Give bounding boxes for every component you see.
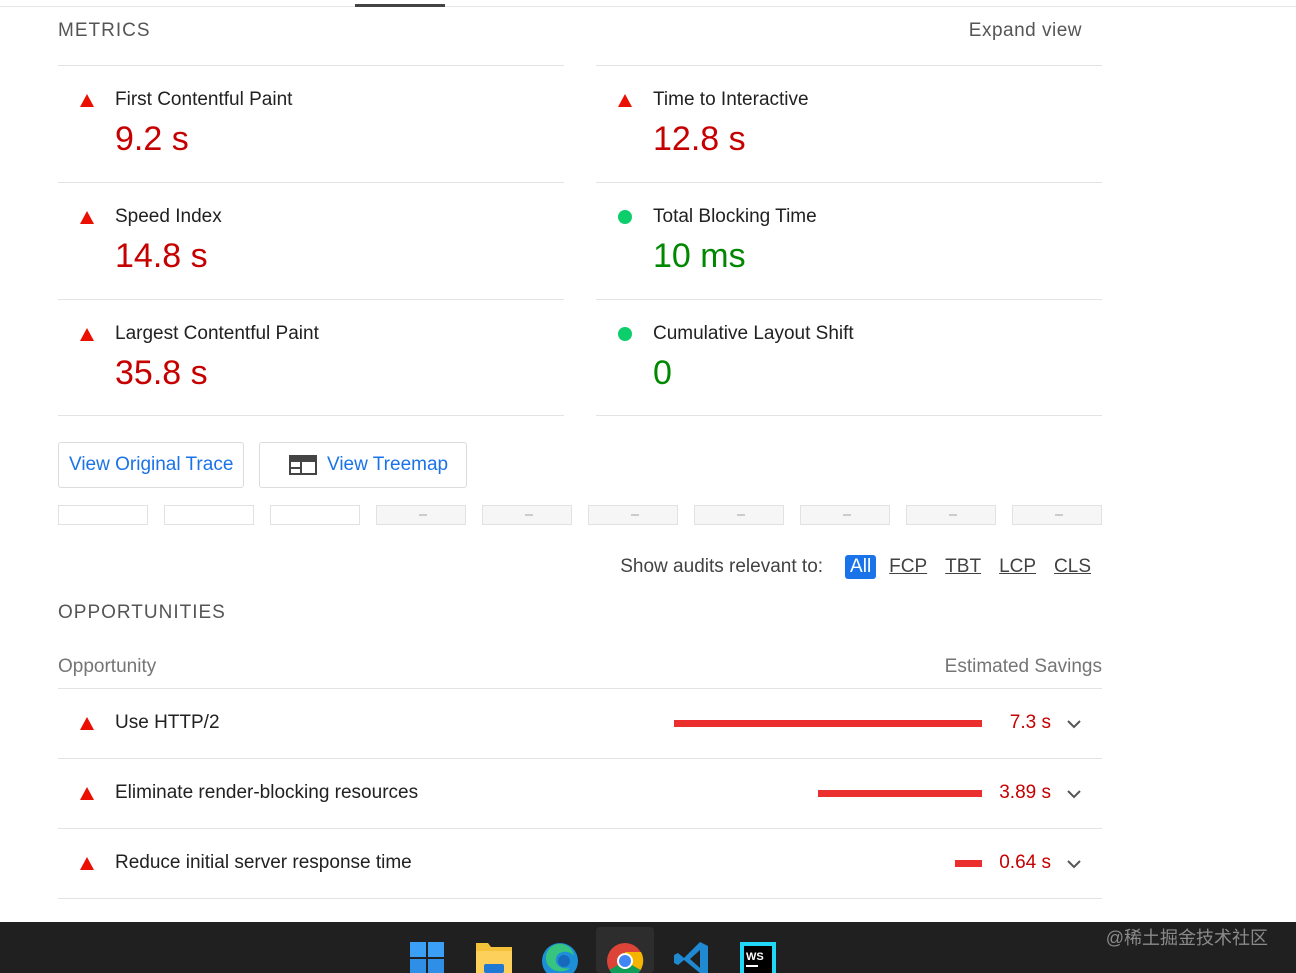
metrics-header: METRICS Expand view (58, 20, 1102, 46)
lighthouse-report: METRICS Expand view First Contentful Pai… (0, 0, 1296, 973)
opportunity-title: Reduce initial server response time (115, 852, 412, 873)
metric-cumulative-layout-shift: Cumulative Layout Shift 0 (596, 299, 1102, 416)
audit-filter-label: Show audits relevant to: (620, 556, 824, 577)
metric-time-to-interactive: Time to Interactive 12.8 s (596, 65, 1102, 182)
expand-view-toggle[interactable]: Expand view (969, 20, 1082, 42)
metric-value: 9.2 s (115, 120, 189, 158)
opportunity-row-render-blocking[interactable]: Eliminate render-blocking resources 3.89… (58, 759, 1102, 829)
opportunities-table-header: Opportunity Estimated Savings (58, 656, 1102, 689)
opportunity-row-http2[interactable]: Use HTTP/2 7.3 s (58, 689, 1102, 759)
metric-label: First Contentful Paint (115, 89, 293, 110)
savings-bar (818, 790, 982, 797)
opportunity-title: Eliminate render-blocking resources (115, 782, 419, 803)
metric-value: 10 ms (653, 237, 746, 275)
opportunity-row-server-response[interactable]: Reduce initial server response time 0.64… (58, 829, 1102, 899)
vscode-icon[interactable] (672, 934, 712, 973)
metric-value: 0 (653, 354, 672, 392)
view-treemap-label: View Treemap (327, 454, 449, 475)
top-divider (0, 6, 1296, 7)
filmstrip-frame (906, 505, 996, 525)
chevron-down-icon[interactable] (1066, 718, 1082, 730)
audit-filter: Show audits relevant to: All FCP TBT LCP… (620, 554, 1096, 580)
filmstrip-frame (164, 505, 254, 525)
filter-chip-tbt[interactable]: TBT (940, 555, 986, 579)
metric-label: Total Blocking Time (653, 206, 817, 227)
watermark-text: @稀土掘金技术社区 (1105, 928, 1268, 948)
chevron-down-icon[interactable] (1066, 788, 1082, 800)
windows-taskbar: WS @稀土掘金技术社区 (0, 922, 1296, 973)
filmstrip (58, 505, 1102, 525)
pass-circle-icon (618, 210, 632, 224)
metric-speed-index: Speed Index 14.8 s (58, 182, 564, 299)
treemap-icon (289, 455, 317, 475)
filmstrip-frame (376, 505, 466, 525)
metric-label: Cumulative Layout Shift (653, 323, 854, 344)
active-tab-indicator (355, 4, 445, 7)
metric-first-contentful-paint: First Contentful Paint 9.2 s (58, 65, 564, 182)
chevron-down-icon[interactable] (1066, 858, 1082, 870)
savings-value: 7.3 s (1009, 712, 1051, 733)
opportunities-title: OPPORTUNITIES (58, 602, 226, 623)
fail-triangle-icon (80, 717, 94, 730)
metric-divider (596, 415, 1102, 416)
filter-chip-fcp[interactable]: FCP (884, 555, 932, 579)
savings-bar (674, 720, 982, 727)
filter-chip-lcp[interactable]: LCP (994, 555, 1041, 579)
metric-label: Speed Index (115, 206, 222, 227)
filmstrip-frame (482, 505, 572, 525)
metric-value: 35.8 s (115, 354, 208, 392)
filmstrip-frame (694, 505, 784, 525)
filmstrip-frame (588, 505, 678, 525)
fail-triangle-icon (618, 94, 632, 107)
column-estimated-savings: Estimated Savings (944, 656, 1102, 677)
metric-value: 14.8 s (115, 237, 208, 275)
metric-divider (58, 415, 564, 416)
fail-triangle-icon (80, 328, 94, 341)
filmstrip-frame (800, 505, 890, 525)
edge-browser-icon[interactable] (540, 934, 580, 973)
metric-label: Time to Interactive (653, 89, 809, 110)
chrome-browser-icon[interactable] (605, 934, 645, 973)
savings-value: 0.64 s (999, 852, 1051, 873)
filter-chip-all[interactable]: All (845, 555, 877, 579)
metrics-title: METRICS (58, 20, 151, 41)
metric-total-blocking-time: Total Blocking Time 10 ms (596, 182, 1102, 299)
filmstrip-frame (58, 505, 148, 525)
view-original-trace-label: View Original Trace (69, 454, 234, 475)
filmstrip-frame (270, 505, 360, 525)
windows-start-icon[interactable] (408, 934, 448, 973)
file-explorer-icon[interactable] (474, 934, 514, 973)
filter-chip-cls[interactable]: CLS (1049, 555, 1096, 579)
svg-text:WS: WS (746, 951, 764, 963)
metric-label: Largest Contentful Paint (115, 323, 319, 344)
filmstrip-frame (1012, 505, 1102, 525)
fail-triangle-icon (80, 787, 94, 800)
fail-triangle-icon (80, 211, 94, 224)
webstorm-icon[interactable]: WS (738, 934, 778, 973)
view-original-trace-button[interactable]: View Original Trace (58, 442, 244, 488)
fail-triangle-icon (80, 857, 94, 870)
fail-triangle-icon (80, 94, 94, 107)
pass-circle-icon (618, 327, 632, 341)
savings-bar (955, 860, 982, 867)
column-opportunity: Opportunity (58, 656, 157, 677)
view-treemap-button[interactable]: View Treemap (259, 442, 467, 488)
metric-largest-contentful-paint: Largest Contentful Paint 35.8 s (58, 299, 564, 416)
savings-value: 3.89 s (999, 782, 1051, 803)
metric-value: 12.8 s (653, 120, 746, 158)
opportunity-title: Use HTTP/2 (115, 712, 220, 733)
